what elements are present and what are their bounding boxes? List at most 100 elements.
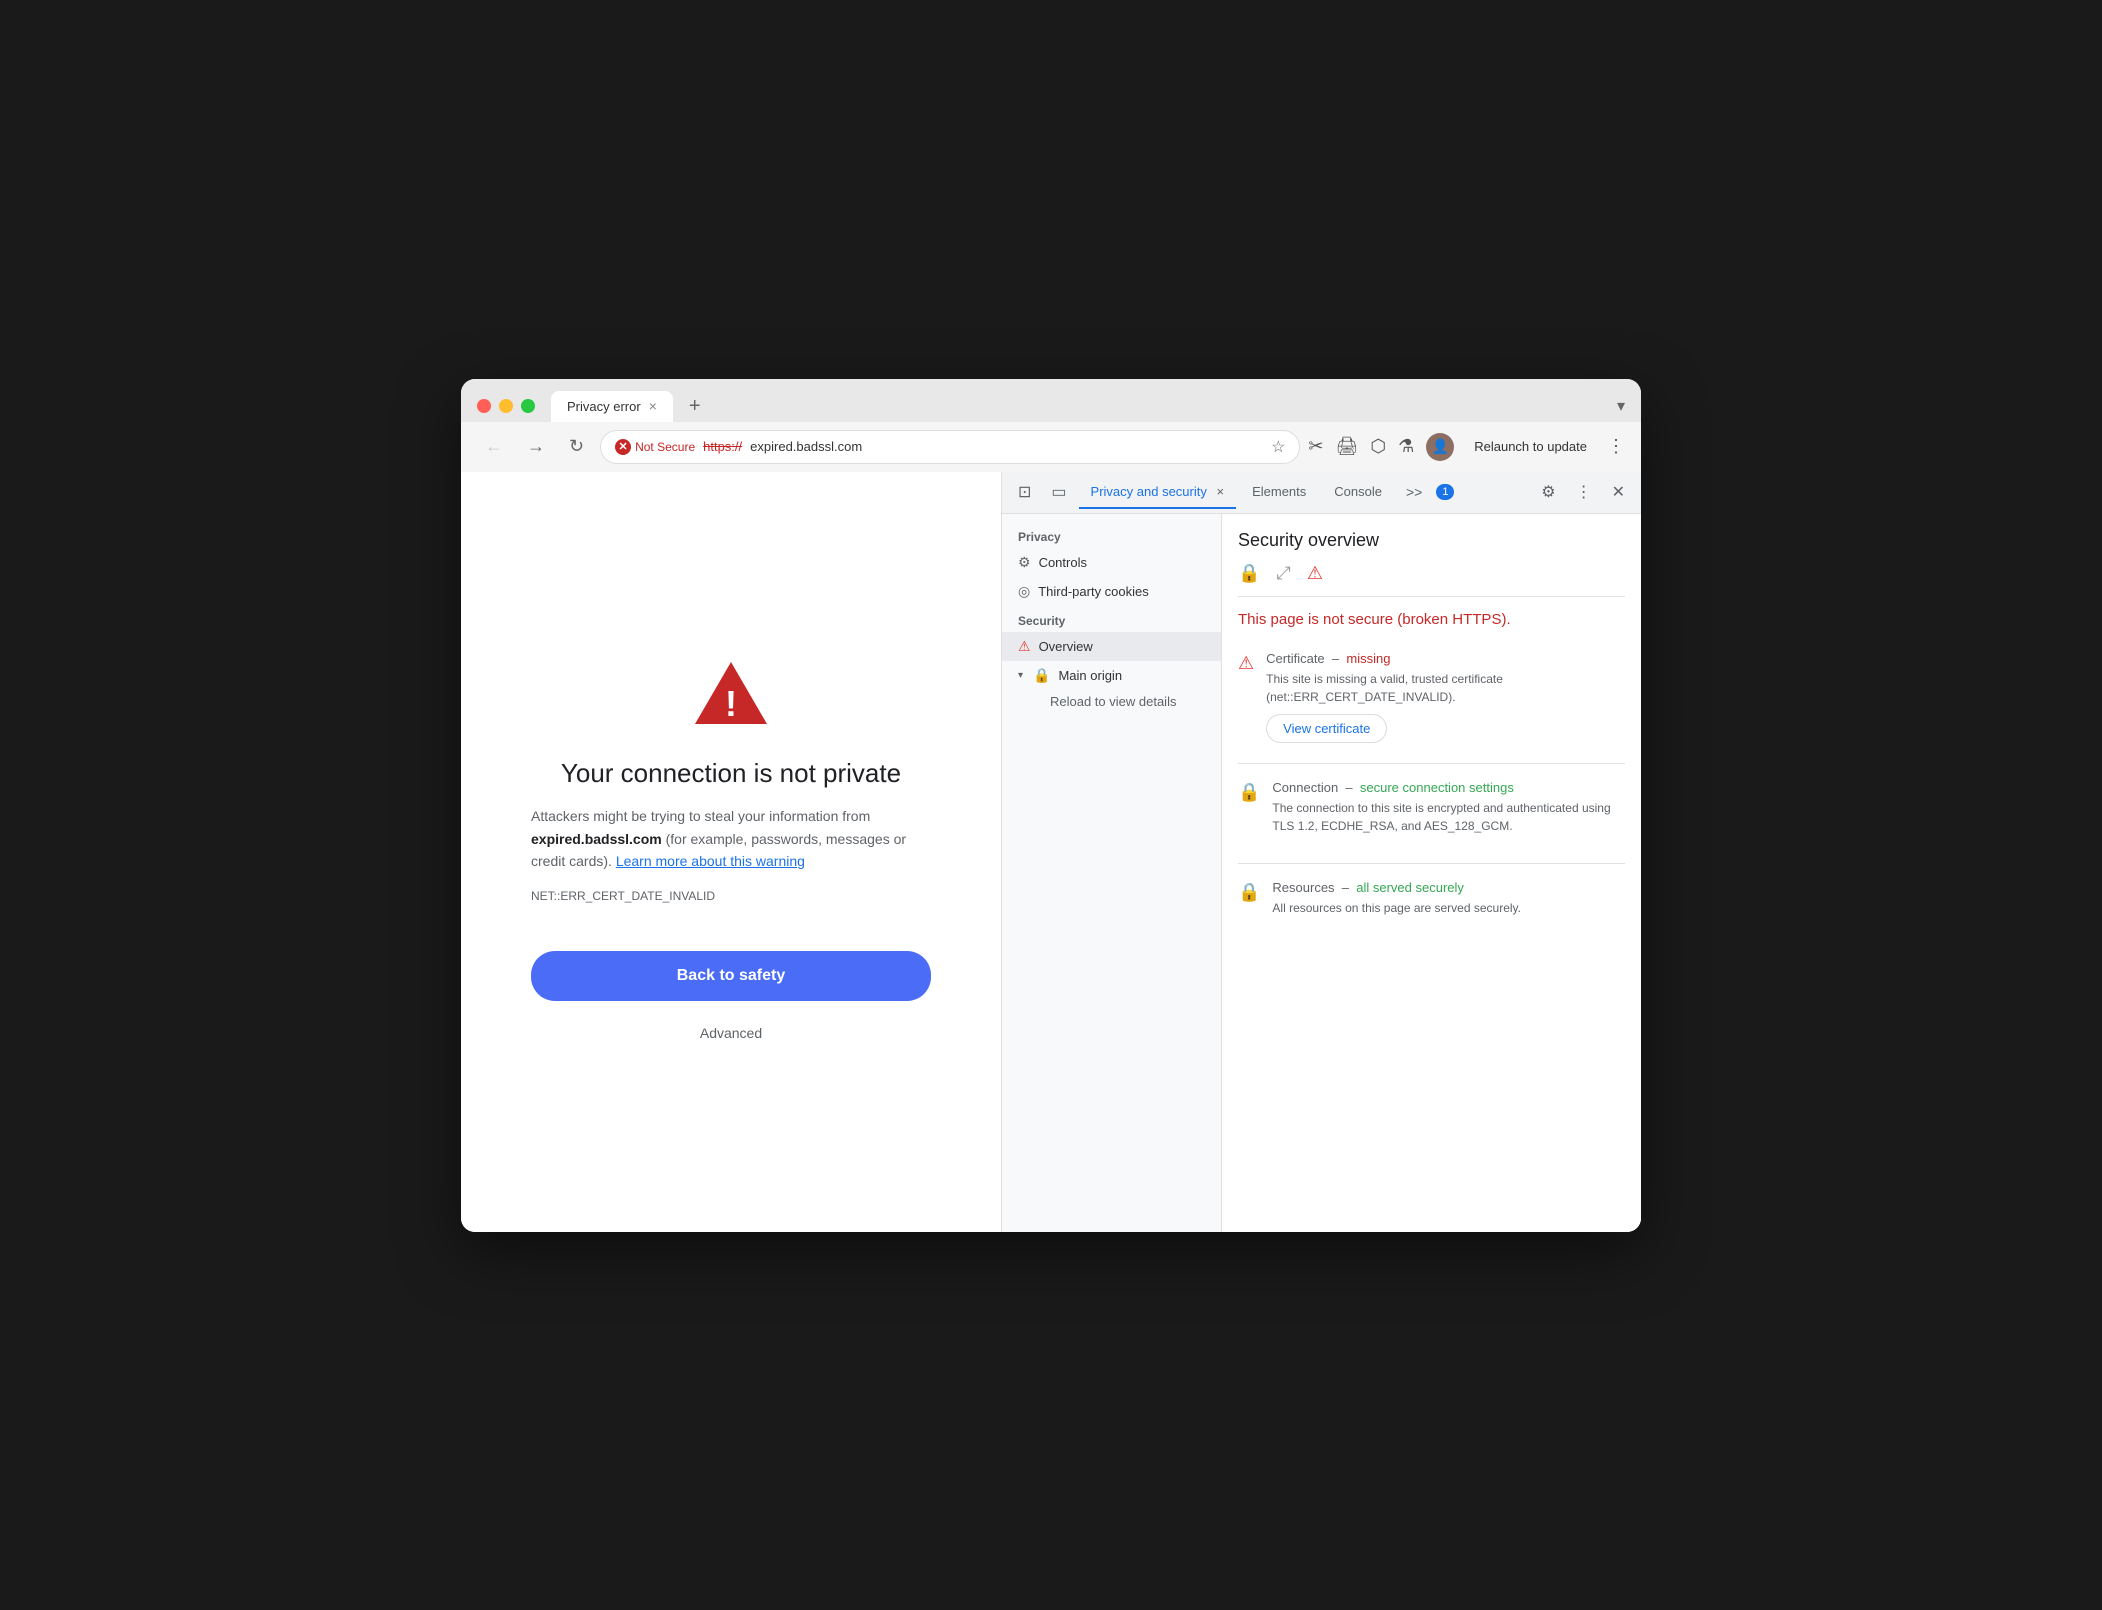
devtools-close-button[interactable]: ✕	[1604, 478, 1633, 506]
tab-bar: Privacy error × + ▾	[551, 391, 1625, 422]
inspect-icon[interactable]: ⊡	[1010, 478, 1039, 506]
warn-sec-icon[interactable]: ⚠	[1307, 563, 1323, 584]
tab-privacy-security-close[interactable]: ×	[1216, 484, 1224, 499]
overview-warn-icon: ⚠	[1018, 638, 1031, 655]
back-to-safety-button[interactable]: Back to safety	[531, 951, 931, 1001]
error-code-text: NET::ERR_CERT_DATE_INVALID	[531, 889, 715, 903]
profile-avatar[interactable]: 👤	[1426, 433, 1454, 461]
tab-privacy-security[interactable]: Privacy and security ×	[1079, 476, 1237, 509]
resources-section: 🔒 Resources – all served securely All re…	[1238, 880, 1625, 925]
cookies-icon: ◎	[1018, 583, 1030, 600]
controls-gear-icon: ⚙	[1018, 554, 1031, 571]
not-secure-badge: ✕ Not Secure	[615, 439, 695, 455]
new-tab-button[interactable]: +	[681, 391, 709, 422]
bookmark-icon[interactable]: ☆	[1271, 437, 1285, 457]
security-section-label: Security	[1002, 606, 1221, 632]
tab-dropdown-icon[interactable]: ▾	[1617, 396, 1625, 416]
resources-body: Resources – all served securely All reso…	[1272, 880, 1521, 925]
forward-button[interactable]: →	[519, 432, 553, 461]
security-overview-title: Security overview	[1238, 530, 1625, 551]
sidebar-item-controls[interactable]: ⚙ Controls	[1002, 548, 1221, 577]
sidebar-item-cookies[interactable]: ◎ Third-party cookies	[1002, 577, 1221, 606]
more-tabs-button[interactable]: >>	[1398, 480, 1430, 504]
tab-privacy-security-label: Privacy and security	[1091, 484, 1207, 499]
settings-icon[interactable]: ⚙	[1533, 478, 1563, 506]
flask-icon[interactable]: ⚗	[1398, 436, 1414, 457]
cert-status: missing	[1346, 651, 1390, 666]
reload-details-item[interactable]: Reload to view details	[1034, 690, 1221, 713]
cast-icon[interactable]: ⬡	[1370, 436, 1386, 457]
scissors-icon[interactable]: ✂	[1308, 436, 1323, 457]
title-bar: Privacy error × + ▾	[461, 379, 1641, 422]
tab-elements-label: Elements	[1252, 484, 1306, 499]
security-error-message: This page is not secure (broken HTTPS).	[1238, 609, 1625, 632]
error-domain: expired.badssl.com	[531, 831, 662, 847]
expand-icon: ▾	[1018, 670, 1023, 681]
devtools-sidebar: Privacy ⚙ Controls ◎ Third-party cookies…	[1002, 514, 1222, 1232]
conn-status: secure connection settings	[1360, 780, 1514, 795]
responsive-icon[interactable]: ▭	[1043, 478, 1074, 506]
address-bar[interactable]: ✕ Not Secure https:// expired.badssl.com…	[600, 430, 1300, 464]
minimize-traffic-light[interactable]	[499, 399, 513, 413]
tab-elements[interactable]: Elements	[1240, 476, 1318, 509]
conn-desc: The connection to this site is encrypted…	[1272, 799, 1625, 835]
tab-console[interactable]: Console	[1322, 476, 1394, 509]
cert-body: Certificate – missing This site is missi…	[1266, 651, 1625, 743]
tab-console-label: Console	[1334, 484, 1382, 499]
controls-label: Controls	[1039, 555, 1087, 570]
advanced-button[interactable]: Advanced	[692, 1017, 770, 1049]
back-button[interactable]: ←	[477, 432, 511, 461]
relaunch-button[interactable]: Relaunch to update	[1466, 435, 1595, 458]
cert-warn-icon: ⚠	[1238, 653, 1254, 743]
error-description: Attackers might be trying to steal your …	[531, 805, 931, 872]
expand-sec-icon[interactable]: ⤢	[1276, 563, 1290, 584]
conn-title-text: Connection	[1272, 780, 1338, 795]
security-icons-row: 🔒 ⤢ ⚠	[1238, 563, 1625, 597]
notification-badge: 1	[1436, 484, 1454, 500]
active-tab[interactable]: Privacy error ×	[551, 391, 673, 422]
conn-lock-icon: 🔒	[1238, 782, 1260, 843]
lock-icon: 🔒	[1033, 667, 1050, 684]
toolbar-icons: ✂ 🖨 ⬡ ⚗ 👤 Relaunch to update ⋮	[1308, 433, 1625, 461]
tab-title: Privacy error	[567, 399, 641, 414]
cert-title-text: Certificate	[1266, 651, 1325, 666]
resources-title-text: Resources	[1272, 880, 1334, 895]
conn-body: Connection – secure connection settings …	[1272, 780, 1625, 843]
divider-2	[1238, 863, 1625, 864]
error-title: Your connection is not private	[561, 758, 901, 789]
lock-sec-icon[interactable]: 🔒	[1238, 563, 1260, 584]
devtools-tab-bar: ⊡ ▭ Privacy and security × Elements Cons…	[1002, 472, 1641, 514]
url-scheme: https://	[703, 439, 742, 454]
cookies-label: Third-party cookies	[1038, 584, 1149, 599]
traffic-lights	[477, 399, 535, 413]
tab-close-button[interactable]: ×	[649, 399, 657, 413]
error-page: ! Your connection is not private Attacke…	[461, 472, 1001, 1232]
printer-icon[interactable]: 🖨	[1336, 436, 1359, 457]
devtools-panel: ⊡ ▭ Privacy and security × Elements Cons…	[1001, 472, 1641, 1232]
resources-title: Resources – all served securely	[1272, 880, 1521, 895]
browser-window: Privacy error × + ▾ ← → ↻ ✕ Not Secure h…	[461, 379, 1641, 1232]
main-content: ! Your connection is not private Attacke…	[461, 472, 1641, 1232]
divider-1	[1238, 763, 1625, 764]
more-options-icon[interactable]: ⋮	[1568, 478, 1600, 506]
sidebar-item-overview[interactable]: ⚠ Overview	[1002, 632, 1221, 661]
devtools-main-panel: Security overview 🔒 ⤢ ⚠ This page is not…	[1222, 514, 1641, 1232]
learn-more-link[interactable]: Learn more about this warning	[616, 853, 805, 869]
maximize-traffic-light[interactable]	[521, 399, 535, 413]
svg-text:!: !	[725, 683, 737, 724]
overview-label: Overview	[1039, 639, 1093, 654]
error-code: NET::ERR_CERT_DATE_INVALID	[531, 889, 931, 903]
connection-section: 🔒 Connection – secure connection setting…	[1238, 780, 1625, 843]
privacy-section-label: Privacy	[1002, 522, 1221, 548]
sidebar-item-main-origin[interactable]: ▾ 🔒 Main origin	[1002, 661, 1221, 690]
view-certificate-button[interactable]: View certificate	[1266, 714, 1387, 743]
toolbar: ← → ↻ ✕ Not Secure https:// expired.bads…	[461, 422, 1641, 472]
menu-dots-icon[interactable]: ⋮	[1607, 436, 1625, 457]
cert-title: Certificate – missing	[1266, 651, 1625, 666]
devtools-body: Privacy ⚙ Controls ◎ Third-party cookies…	[1002, 514, 1641, 1232]
reload-button[interactable]: ↻	[561, 432, 592, 461]
not-secure-icon: ✕	[615, 439, 631, 455]
error-desc-prefix: Attackers might be trying to steal your …	[531, 808, 870, 824]
not-secure-label: Not Secure	[635, 440, 695, 454]
close-traffic-light[interactable]	[477, 399, 491, 413]
